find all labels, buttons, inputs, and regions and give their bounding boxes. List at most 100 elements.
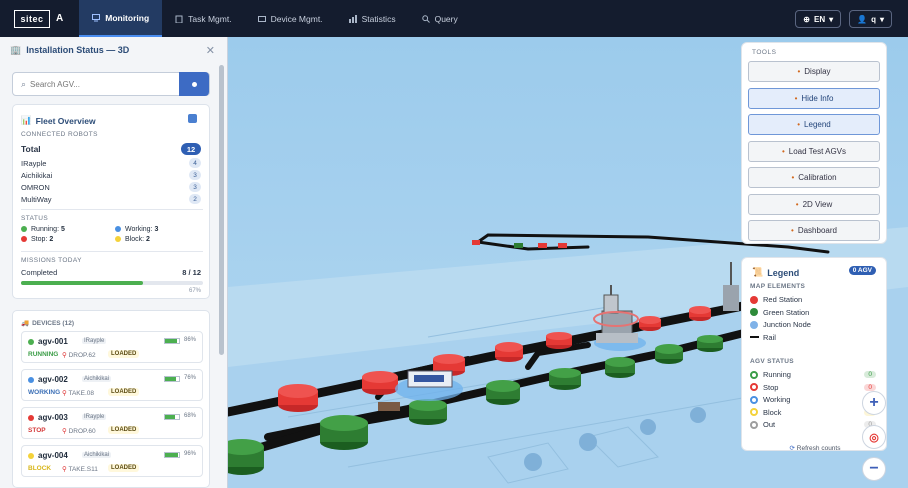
status-grid: Running: 5 Working: 3 Stop: 2 Block: 2 (21, 226, 203, 243)
top-bar: sitec A Monitoring Task Mgmt. Device Mgm… (0, 0, 908, 37)
device-card[interactable]: agv-001 IRayple 86% RUNNING ⚲ DROP.62 LOADED (21, 331, 203, 363)
map-legend-item: Green Station (750, 308, 876, 317)
monitor-icon (92, 13, 101, 21)
tool-label: Display (804, 67, 831, 76)
pin-icon: ⚲ (62, 466, 67, 473)
connected-label: CONNECTED ROBOTS (21, 131, 98, 138)
tool-label: 2D View (802, 199, 833, 209)
panel-scrollbar[interactable] (219, 65, 224, 355)
completed-percent: 67% (188, 288, 201, 294)
user-menu[interactable]: 👤 q ▾ (849, 10, 892, 28)
completed-value: 8 / 12 (182, 268, 201, 277)
info-icon: • (794, 93, 798, 103)
agv-count-badge: 0 AGV (848, 266, 876, 275)
tool-hide-info-button[interactable]: • Hide Info (748, 87, 880, 109)
completed-row: Completed 8 / 12 (21, 268, 201, 277)
brand-logo[interactable]: sitec (14, 9, 50, 28)
battery-percent: 68% (184, 413, 197, 419)
search-button[interactable] (179, 72, 209, 96)
device-state: WORKING (28, 389, 61, 396)
bar-chart-icon: 📊 (21, 115, 32, 125)
status-dot (21, 236, 27, 243)
search-box: ⌕ (12, 72, 210, 96)
tool-2d-view-button[interactable]: • 2D View (748, 193, 880, 215)
devices-header: 🚚 DEVICES (12) (21, 319, 74, 328)
status-running: Running: 5 (21, 226, 115, 233)
device-card[interactable]: agv-003 IRayple 68% STOP ⚲ DROP.60 LOADED (21, 407, 203, 439)
completed-label: Completed (21, 268, 58, 277)
agv-legend-item: Running 0 (750, 370, 876, 379)
nav-task-mgmt[interactable]: Task Mgmt. (162, 0, 244, 37)
vendor-row: IRayple 4 (21, 158, 201, 168)
refresh-icon: ⟳ (789, 445, 795, 452)
status-label: STATUS (21, 215, 49, 222)
pin-icon: ⚲ (62, 428, 67, 435)
tool-calibration-button[interactable]: • Calibration (748, 167, 880, 188)
status-working: Working: 3 (115, 226, 203, 233)
devices-card: 🚚 DEVICES (12) agv-001 IRayple 86% RUNNING ⚲… (12, 310, 210, 488)
device-vendor: IRayple (82, 414, 107, 420)
device-destination: ⚲ TAKE.S11 (62, 465, 98, 473)
legend-ring (750, 408, 758, 416)
pin-icon: ⚲ (62, 390, 67, 397)
fleet-overview-card: 📊 Fleet Overview CONNECTED ROBOTS Total … (12, 104, 210, 299)
installation-status-panel: 🏢 Installation Status — 3D ✕ ⌕ 📊 Fleet O… (0, 37, 228, 488)
map-icon: • (795, 199, 799, 209)
vendor-count: 3 (189, 170, 201, 180)
building-icon: 🏢 (10, 44, 22, 55)
nav-monitoring[interactable]: Monitoring (79, 0, 163, 37)
battery-percent: 96% (184, 451, 197, 457)
nav-statistics[interactable]: Statistics (336, 0, 409, 37)
panel-header: 🏢 Installation Status — 3D (0, 37, 227, 63)
status-value: 2 (49, 236, 54, 243)
refresh-counts-button[interactable]: ⟳ Refresh counts (752, 444, 878, 452)
status-value: 3 (154, 226, 159, 233)
tool-display-button[interactable]: • Display (748, 61, 880, 82)
map-legend-item: Red Station (750, 295, 876, 304)
vendor-count: 4 (189, 158, 201, 168)
agv-legend-item: Working0 (750, 395, 876, 404)
status-label-text: Running: (31, 226, 60, 233)
device-card[interactable]: agv-004 Aichikikai 96% BLOCK ⚲ TAKE.S11 LOADE… (21, 445, 203, 477)
reset-view-button[interactable]: ◎ (862, 425, 886, 449)
destination-text: TAKE.S11 (68, 466, 98, 473)
tool-label: Load Test AGVs (788, 146, 847, 156)
legend-label: Out (763, 420, 776, 429)
zoom-in-button[interactable]: + (862, 391, 886, 415)
device-card[interactable]: agv-002 Aichikikai 76% WORKING ⚲ TAKE.08 LOAD… (21, 369, 203, 401)
refresh-label: Refresh counts (796, 445, 841, 452)
device-id: agv-003 (28, 413, 68, 422)
legend-label: Rail (763, 332, 776, 342)
close-icon[interactable]: ✕ (206, 44, 215, 57)
zoom-out-button[interactable]: − (862, 457, 886, 481)
battery-fill (165, 415, 175, 419)
vendor-count: 2 (189, 194, 201, 204)
search-input[interactable] (26, 78, 179, 90)
palette-icon: • (797, 67, 801, 76)
legend-swatch (750, 336, 759, 338)
legend-swatch (750, 295, 758, 304)
tools-title: TOOLS (752, 49, 777, 56)
legend-panel: 📜 Legend 0 AGV MAP ELEMENTS Red Station G… (741, 257, 887, 452)
total-row: Total 12 (21, 143, 201, 155)
nav-label: Monitoring (105, 12, 150, 23)
status-dot (115, 226, 121, 233)
device-id-text: agv-004 (38, 451, 68, 460)
chevron-down-icon: ▾ (879, 14, 884, 24)
nav-label: Query (434, 13, 458, 24)
legend-title: Legend (767, 267, 800, 278)
refresh-icon[interactable] (188, 114, 197, 123)
device-state: STOP (28, 427, 46, 434)
tool-legend-button[interactable]: • Legend (748, 114, 880, 135)
language-label: EN (813, 14, 826, 24)
nav-label: Device Mgmt. (270, 13, 323, 24)
language-select[interactable]: ⊕ EN ▾ (795, 10, 842, 28)
map-legend-item: Rail (750, 333, 876, 342)
fleet-title: 📊 Fleet Overview (21, 115, 96, 126)
top-right-controls: ⊕ EN ▾ 👤 q ▾ (795, 10, 892, 28)
nav-query[interactable]: Query (409, 0, 471, 37)
tool-dashboard-button[interactable]: • Dashboard (748, 220, 880, 241)
nav-device-mgmt[interactable]: Device Mgmt. (245, 0, 336, 37)
tool-load-test-agvs-button[interactable]: • Load Test AGVs (748, 140, 880, 162)
device-status-dot (28, 338, 34, 345)
